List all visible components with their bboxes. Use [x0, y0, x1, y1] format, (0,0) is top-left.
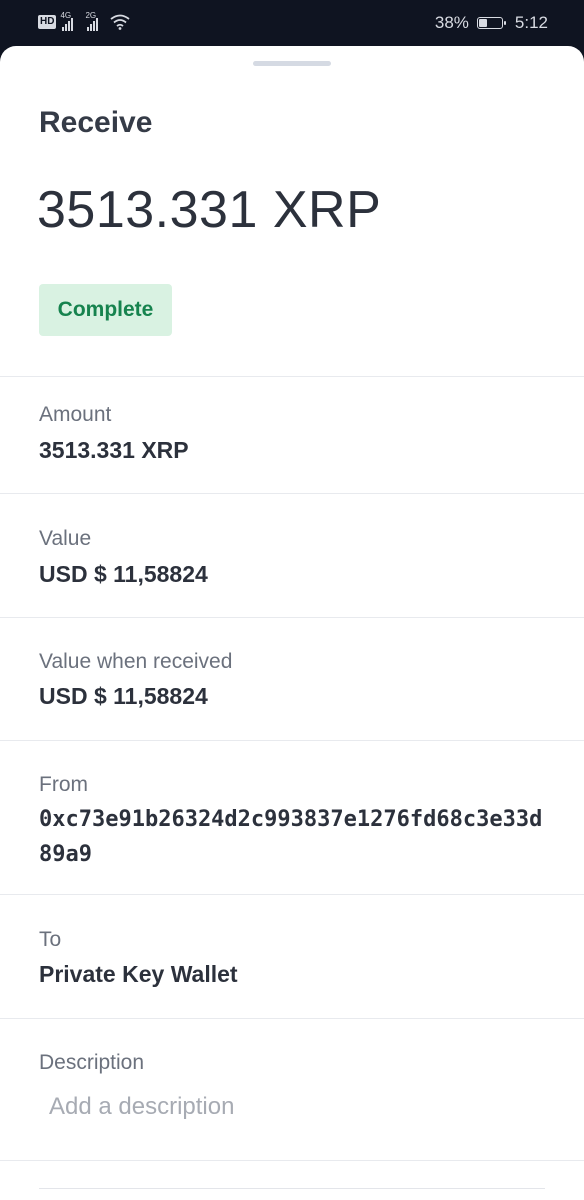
signal-2g-icon: 2G — [85, 11, 99, 31]
status-left: HD 4G 2G — [38, 11, 131, 31]
clock: 5:12 — [514, 13, 548, 32]
value-value: USD $ 11,58824 — [39, 561, 208, 587]
description-label: Description — [39, 1051, 145, 1074]
amount-heading: 3513.331 XRP — [37, 181, 382, 239]
status-right: 38% 5:12 — [435, 13, 548, 33]
divider — [0, 894, 584, 895]
divider — [0, 617, 584, 618]
wifi-icon — [110, 14, 131, 30]
value-when-received-label: Value when received — [39, 650, 233, 673]
hd-icon: HD — [38, 15, 57, 29]
status-badge: Complete — [39, 284, 172, 336]
sheet-drag-handle[interactable] — [253, 61, 331, 66]
page-title: Receive — [39, 106, 153, 139]
value-label: Value — [39, 527, 92, 550]
to-value: Private Key Wallet — [39, 961, 238, 987]
next-section-edge — [39, 1188, 545, 1200]
divider — [0, 740, 584, 741]
value-when-received-value: USD $ 11,58824 — [39, 683, 208, 709]
battery-icon — [476, 17, 506, 29]
amount-value: 3513.331 XRP — [39, 437, 189, 463]
divider — [0, 1018, 584, 1019]
status-bar: HD 4G 2G 38% 5:12 — [0, 0, 584, 48]
battery-percent: 38% — [434, 13, 469, 32]
to-label: To — [39, 928, 62, 951]
amount-label: Amount — [39, 403, 112, 426]
divider — [0, 1160, 584, 1161]
signal-4g-icon: 4G — [60, 11, 74, 31]
divider — [0, 376, 584, 377]
divider — [0, 493, 584, 494]
from-label: From — [39, 773, 88, 796]
transaction-detail-sheet: Receive 3513.331 XRP Complete Amount 351… — [0, 46, 584, 1200]
description-input[interactable] — [39, 1084, 539, 1130]
from-address[interactable]: 0xc73e91b26324d2c993837e1276fd68c3e33d89… — [39, 802, 549, 872]
